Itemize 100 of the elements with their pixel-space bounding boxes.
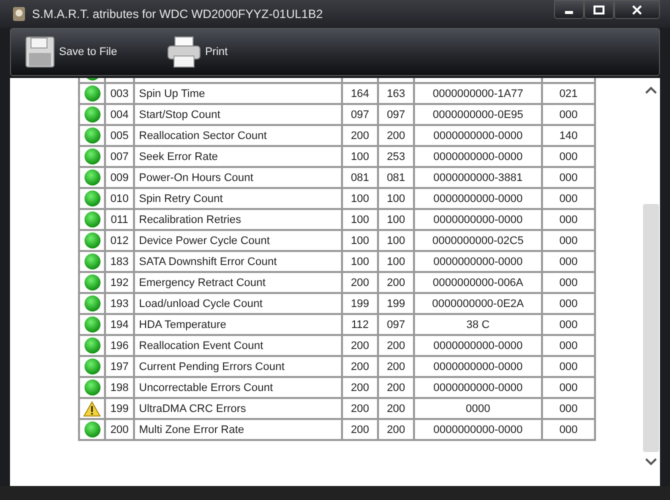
value-cell: 164 — [342, 83, 378, 104]
attribute-id-cell: 193 — [105, 293, 134, 314]
threshold-cell: 000 — [542, 146, 595, 167]
attribute-id-cell: 003 — [105, 83, 134, 104]
value-cell: 100 — [342, 251, 378, 272]
worst-cell: 097 — [378, 104, 414, 125]
maximize-icon — [593, 4, 605, 14]
worst-cell: 200 — [378, 356, 414, 377]
value-cell: 200 — [342, 398, 378, 419]
attribute-name-cell: SATA Downshift Error Count — [134, 251, 342, 272]
raw-value-cell: 0000000000-0000 — [414, 209, 542, 230]
attribute-name-cell: Multi Zone Error Rate — [134, 419, 342, 440]
value-cell: 200 — [342, 125, 378, 146]
attribute-name-cell: Reallocation Event Count — [134, 335, 342, 356]
value-cell: 200 — [342, 356, 378, 377]
worst-cell: 200 — [378, 398, 414, 419]
threshold-cell: 000 — [542, 230, 595, 251]
worst-cell: 253 — [378, 146, 414, 167]
threshold-cell: 000 — [542, 188, 595, 209]
attribute-name-cell: Uncorrectable Errors Count — [134, 377, 342, 398]
worst-cell: 100 — [378, 251, 414, 272]
attribute-id-cell: 004 — [105, 104, 134, 125]
threshold-cell: 000 — [542, 356, 595, 377]
attribute-name-cell: Spin Retry Count — [134, 188, 342, 209]
worst-cell: 100 — [378, 188, 414, 209]
minimize-button[interactable] — [554, 0, 584, 19]
worst-cell: 081 — [378, 167, 414, 188]
value-cell: 100 — [342, 188, 378, 209]
raw-value-cell: 0000000000-0000 — [414, 125, 542, 146]
attribute-name-cell: Recalibration Retries — [134, 209, 342, 230]
value-cell: 100 — [342, 230, 378, 251]
attribute-id-cell: 009 — [105, 167, 134, 188]
threshold-cell: 000 — [542, 251, 595, 272]
raw-value-cell: 0000000000-1A77 — [414, 83, 542, 104]
maximize-button[interactable] — [584, 0, 614, 19]
attribute-id-cell: 199 — [105, 398, 134, 419]
attribute-name-cell: Spin Up Time — [134, 83, 342, 104]
value-cell: 097 — [342, 104, 378, 125]
worst-cell: 200 — [378, 125, 414, 146]
attribute-name-cell: HDA Temperature — [134, 314, 342, 335]
threshold-cell: 000 — [542, 293, 595, 314]
value-cell: 112 — [342, 314, 378, 335]
worst-cell: 100 — [378, 209, 414, 230]
attribute-name-cell: Emergency Retract Count — [134, 272, 342, 293]
value-cell: 200 — [342, 272, 378, 293]
attribute-name-cell: Start/Stop Count — [134, 104, 342, 125]
raw-value-cell: 0000000000-0000 — [414, 377, 542, 398]
raw-value-cell: 0000000000-3881 — [414, 167, 542, 188]
raw-value-cell: 0000000000-0000 — [414, 251, 542, 272]
attribute-id-cell: 200 — [105, 419, 134, 440]
threshold-cell: 000 — [542, 398, 595, 419]
scroll-up-icon[interactable] — [645, 86, 657, 94]
raw-value-cell: 0000000000-0000 — [414, 356, 542, 377]
worst-cell: 163 — [378, 83, 414, 104]
attribute-id-cell: 012 — [105, 230, 134, 251]
raw-value-cell: 0000000000-0E95 — [414, 104, 542, 125]
attribute-id-cell: 196 — [105, 335, 134, 356]
threshold-cell: 000 — [542, 104, 595, 125]
worst-cell: 200 — [378, 377, 414, 398]
printer-icon — [167, 36, 202, 68]
attribute-name-cell: Reallocation Sector Count — [134, 125, 342, 146]
worst-cell: 200 — [378, 335, 414, 356]
value-cell: 100 — [342, 209, 378, 230]
worst-cell: 100 — [378, 230, 414, 251]
attribute-name-cell: Power-On Hours Count — [134, 167, 342, 188]
value-cell: 200 — [342, 419, 378, 440]
threshold-cell: 000 — [542, 377, 595, 398]
threshold-cell: 000 — [542, 272, 595, 293]
attribute-id-cell: 197 — [105, 356, 134, 377]
threshold-cell: 140 — [542, 125, 595, 146]
window-title: S.M.A.R.T. atributes for WDC WD2000FYYZ-01UL1B2 — [32, 7, 323, 21]
worst-cell: 200 — [378, 272, 414, 293]
close-button[interactable] — [614, 0, 660, 19]
attribute-name-cell: Device Power Cycle Count — [134, 230, 342, 251]
attribute-id-cell: 192 — [105, 272, 134, 293]
close-icon — [632, 4, 642, 14]
save-to-file-button[interactable]: Save to File — [25, 36, 118, 68]
scrollbar-thumb[interactable] — [643, 204, 659, 452]
raw-value-cell: 0000 — [414, 398, 542, 419]
attribute-name-cell: UltraDMA CRC Errors — [134, 398, 342, 419]
app-icon — [12, 6, 26, 22]
raw-value-cell: 0000000000-0000 — [414, 419, 542, 440]
worst-cell: 199 — [378, 293, 414, 314]
threshold-cell: 000 — [542, 167, 595, 188]
value-cell: 200 — [342, 377, 378, 398]
value-cell: 200 — [342, 335, 378, 356]
raw-value-cell: 0000000000-0E2A — [414, 293, 542, 314]
raw-value-cell: 0000000000-006A — [414, 272, 542, 293]
threshold-cell: 021 — [542, 83, 595, 104]
print-button[interactable]: Print — [167, 36, 228, 68]
value-cell: 081 — [342, 167, 378, 188]
raw-value-cell: 38 C — [414, 314, 542, 335]
worst-cell: 097 — [378, 314, 414, 335]
attribute-id-cell: 011 — [105, 209, 134, 230]
threshold-cell: 000 — [542, 419, 595, 440]
raw-value-cell: 0000000000-0000 — [414, 146, 542, 167]
minimize-icon — [565, 11, 573, 14]
attribute-id-cell: 007 — [105, 146, 134, 167]
scroll-down-icon[interactable] — [645, 458, 657, 466]
attribute-id-cell: 005 — [105, 125, 134, 146]
